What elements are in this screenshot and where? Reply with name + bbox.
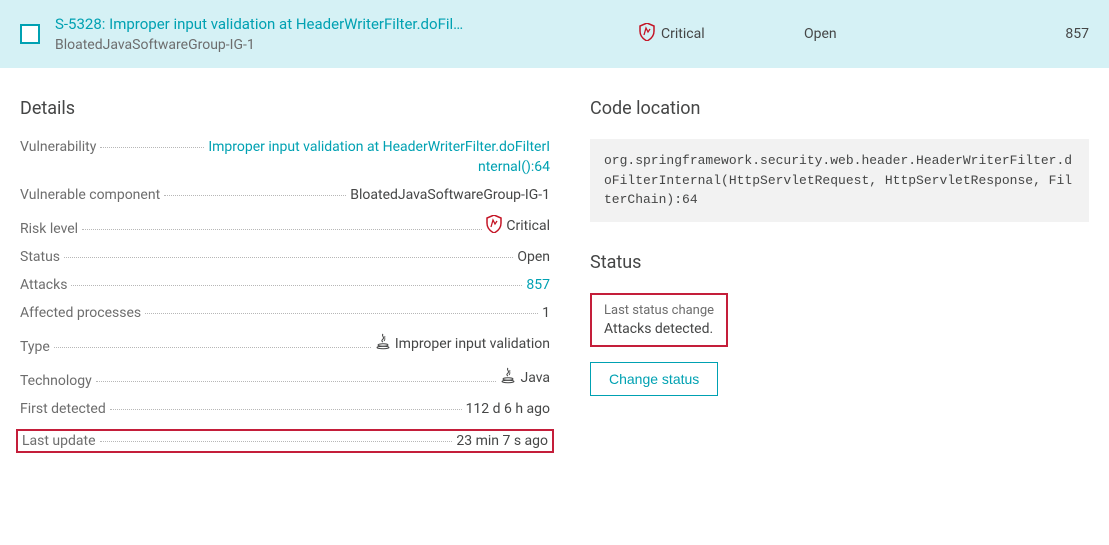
detail-risk-level: Risk level Critical <box>20 215 550 237</box>
last-update-highlight: Last update 23 min 7 s ago <box>16 429 554 453</box>
label: Status <box>20 249 60 265</box>
dots <box>100 147 204 148</box>
shield-icon <box>486 215 502 237</box>
value: Improper input validation <box>375 333 550 355</box>
details-column: Details Vulnerability Improper input val… <box>20 98 550 453</box>
code-location-block: org.springframework.security.web.header.… <box>590 139 1089 222</box>
value: Java <box>500 367 550 389</box>
dots <box>64 257 513 258</box>
label: Vulnerable component <box>20 187 160 203</box>
dots <box>164 195 346 196</box>
dots <box>110 409 462 410</box>
status-heading: Status <box>590 252 1089 273</box>
dots <box>54 347 371 348</box>
header-main: S-5328: Improper input validation at Hea… <box>55 15 624 53</box>
detail-attacks: Attacks 857 <box>20 277 550 293</box>
java-icon <box>500 367 516 389</box>
status-change-label: Last status change <box>604 303 714 318</box>
value: Critical <box>486 215 550 237</box>
java-icon <box>375 333 391 355</box>
dots <box>145 313 538 314</box>
detail-type: Type Improper input validation <box>20 333 550 355</box>
dots <box>71 285 522 286</box>
dots <box>96 381 497 382</box>
detail-technology: Technology Java <box>20 367 550 389</box>
change-status-button[interactable]: Change status <box>590 362 718 396</box>
last-status-change-box: Last status change Attacks detected. <box>590 293 728 347</box>
value: Open <box>517 249 550 265</box>
select-checkbox[interactable] <box>20 24 40 44</box>
header-attacks: 857 <box>969 26 1089 42</box>
attacks-link[interactable]: 857 <box>526 277 550 293</box>
shield-icon <box>639 23 655 45</box>
details-heading: Details <box>20 98 550 119</box>
content-area: Details Vulnerability Improper input val… <box>0 68 1109 483</box>
header-status: Open <box>804 26 954 42</box>
status-change-value: Attacks detected. <box>604 321 714 337</box>
value: BloatedJavaSoftwareGroup-IG-1 <box>350 187 550 203</box>
code-location-heading: Code location <box>590 98 1089 119</box>
vulnerability-header-row[interactable]: S-5328: Improper input validation at Hea… <box>0 0 1109 68</box>
label: Last update <box>22 433 96 449</box>
label: Technology <box>20 373 92 389</box>
label: Attacks <box>20 277 67 293</box>
label: Risk level <box>20 221 78 237</box>
header-severity: Critical <box>639 23 789 45</box>
detail-first-detected: First detected 112 d 6 h ago <box>20 401 550 417</box>
dots <box>100 441 453 442</box>
dots <box>82 229 482 230</box>
detail-status: Status Open <box>20 249 550 265</box>
value: 1 <box>542 305 550 321</box>
label: First detected <box>20 401 106 417</box>
value: 112 d 6 h ago <box>466 401 550 417</box>
vulnerability-component: BloatedJavaSoftwareGroup-IG-1 <box>55 37 624 53</box>
severity-text: Critical <box>661 26 705 42</box>
value: 23 min 7 s ago <box>456 433 548 449</box>
detail-processes: Affected processes 1 <box>20 305 550 321</box>
vulnerability-title[interactable]: S-5328: Improper input validation at Hea… <box>55 15 575 33</box>
detail-component: Vulnerable component BloatedJavaSoftware… <box>20 187 550 203</box>
label: Affected processes <box>20 305 141 321</box>
label: Type <box>20 339 50 355</box>
detail-vulnerability: Vulnerability Improper input validation … <box>20 139 550 175</box>
detail-last-update: Last update 23 min 7 s ago <box>22 433 548 449</box>
vulnerability-link[interactable]: Improper input validation at HeaderWrite… <box>208 139 550 175</box>
right-column: Code location org.springframework.securi… <box>590 98 1089 453</box>
label: Vulnerability <box>20 139 96 155</box>
